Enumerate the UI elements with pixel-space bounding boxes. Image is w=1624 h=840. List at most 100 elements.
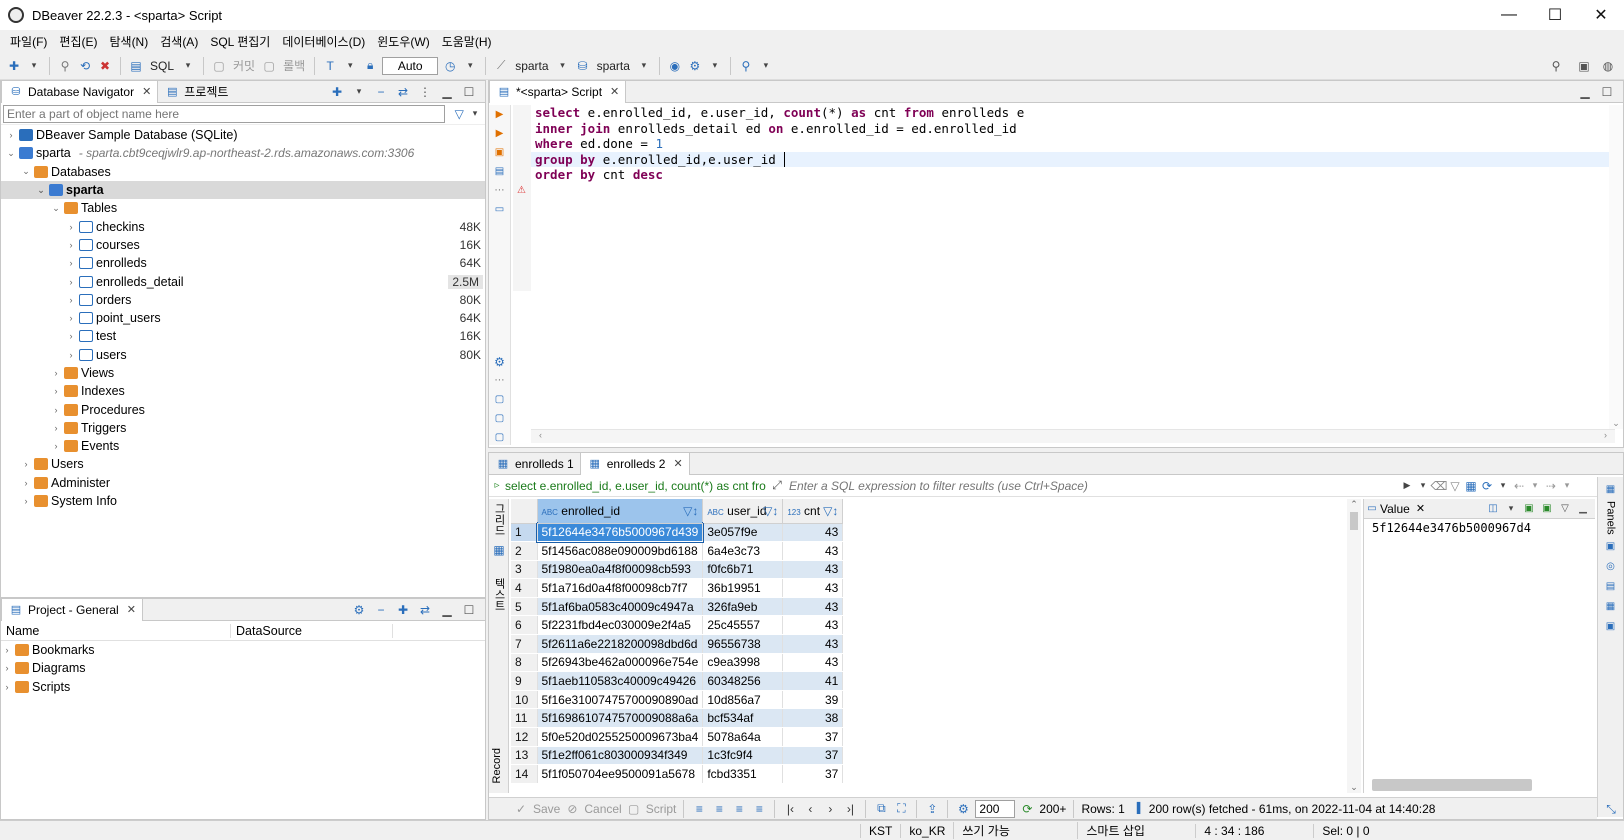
- tree-item-sparta[interactable]: ⌄ sparta: [1, 180, 485, 200]
- cancel-icon[interactable]: ⊘: [564, 801, 580, 817]
- table-cell[interactable]: 43: [782, 653, 844, 673]
- navigator-filter-input[interactable]: [3, 104, 446, 123]
- sql-tool-icon[interactable]: ⚙: [687, 58, 703, 74]
- script-icon[interactable]: ▢: [626, 801, 642, 817]
- close-icon[interactable]: ✕: [127, 603, 136, 616]
- refresh-icon[interactable]: ⟳: [1019, 801, 1035, 817]
- tree-item-users[interactable]: › users 80K: [1, 346, 485, 364]
- tree-item-indexes[interactable]: › Indexes: [1, 382, 485, 400]
- search-icon[interactable]: ⚲: [1548, 58, 1564, 74]
- clear-filter-icon[interactable]: ⌫: [1431, 478, 1448, 494]
- config-icon[interactable]: ⚙: [351, 602, 367, 618]
- tree-item-system-info[interactable]: › System Info: [1, 492, 485, 510]
- table-cell[interactable]: f0fc6b71: [702, 560, 784, 580]
- sql-editor-icon[interactable]: ▤: [128, 58, 144, 74]
- maximize-view-icon[interactable]: ☐: [461, 84, 477, 100]
- chart-icon[interactable]: ▤: [1603, 579, 1619, 595]
- side-tab-text[interactable]: 텍스트: [489, 560, 509, 615]
- dropdown-icon[interactable]: ▾: [1495, 478, 1511, 494]
- table-cell[interactable]: 5f1e2ff061c803000934f349: [537, 746, 704, 766]
- last-page-icon[interactable]: ›|: [842, 801, 858, 817]
- expand-icon[interactable]: ›: [65, 295, 77, 305]
- table-cell[interactable]: 36b19951: [702, 578, 784, 598]
- table-row[interactable]: 4 5f1a716d0a4f8f00098cb7f7 36b19951 43: [511, 578, 844, 598]
- table-cell[interactable]: 5f26943be462a000096e754e: [537, 653, 704, 673]
- copy-row-icon[interactable]: ≡: [731, 801, 747, 817]
- refresh-icon[interactable]: ⟳: [1479, 478, 1495, 494]
- project-item-diagrams[interactable]: › Diagrams: [1, 659, 485, 677]
- expand-icon[interactable]: ›: [50, 441, 62, 451]
- minimize-view-icon[interactable]: ▁: [1575, 501, 1591, 517]
- table-cell[interactable]: 326fa9eb: [702, 597, 784, 617]
- references-icon[interactable]: ▣: [1603, 619, 1619, 635]
- fetch-size-input[interactable]: [975, 799, 1016, 818]
- commit-button[interactable]: 커밋: [231, 57, 257, 74]
- prev-page-icon[interactable]: ‹: [802, 801, 818, 817]
- apply-filter-icon[interactable]: ▶: [1399, 478, 1415, 494]
- cancel-button[interactable]: Cancel: [584, 802, 621, 816]
- close-icon[interactable]: ✕: [673, 457, 682, 470]
- dropdown-icon[interactable]: ▾: [26, 58, 42, 74]
- panel-menu-icon[interactable]: ▽: [1557, 501, 1573, 517]
- tab-project-general[interactable]: ▤ Project - General ✕: [1, 598, 143, 621]
- tab-enrolleds-2[interactable]: ▦ enrolleds 2 ✕: [579, 452, 690, 475]
- tree-item-databases[interactable]: ⌄ Databases: [1, 163, 485, 181]
- sql-editor-text[interactable]: select e.enrolled_id, e.user_id, count(*…: [531, 105, 1609, 425]
- auto-commit-field[interactable]: Auto: [382, 56, 439, 75]
- collapse-all-icon[interactable]: −: [373, 84, 389, 100]
- column-header-cnt[interactable]: 123 cnt ▽↕: [782, 499, 844, 524]
- dropdown-icon[interactable]: ▾: [462, 58, 478, 74]
- dropdown-icon[interactable]: ▾: [707, 58, 723, 74]
- save-value-icon[interactable]: ▣: [1521, 501, 1537, 517]
- expand-icon[interactable]: ›: [65, 222, 77, 232]
- tree-item-courses[interactable]: › courses 16K: [1, 236, 485, 254]
- table-row[interactable]: 9 5f1aeb110583c40009c49426 60348256 41: [511, 671, 844, 691]
- menu-sql-editor[interactable]: SQL 편집기: [204, 33, 276, 50]
- collapse-icon[interactable]: ⌄: [35, 185, 47, 196]
- collapse-icon[interactable]: ⌄: [5, 148, 17, 159]
- menu-edit[interactable]: 편집(E): [53, 33, 103, 50]
- format-icon[interactable]: ▢: [492, 430, 508, 445]
- menu-file[interactable]: 파일(F): [4, 33, 53, 50]
- editor-horizontal-scrollbar[interactable]: ‹ ›: [531, 429, 1615, 443]
- tree-item-sparta[interactable]: ⌄ sparta - sparta.cbt9ceqjwlr9.ap-northeas…: [1, 144, 485, 162]
- content-viewer-icon[interactable]: ◫: [1485, 501, 1501, 517]
- save-button[interactable]: Save: [533, 802, 560, 816]
- table-row[interactable]: 10 5f16e31007475700090890ad 10d856a7 39: [511, 690, 844, 710]
- expand-icon[interactable]: ›: [20, 459, 32, 469]
- table-cell[interactable]: bcf534af: [702, 708, 784, 729]
- menu-help[interactable]: 도움말(H): [436, 33, 498, 50]
- export-icon[interactable]: ▢: [492, 392, 508, 407]
- column-header-user-id[interactable]: ABC user_id ▽↕: [702, 499, 784, 524]
- table-row[interactable]: 8 5f26943be462a000096e754e c9ea3998 43: [511, 653, 844, 673]
- close-icon[interactable]: ✕: [142, 85, 151, 98]
- menu-window[interactable]: 윈도우(W): [371, 33, 435, 50]
- grid-icon[interactable]: ▦: [491, 542, 507, 558]
- minimize-view-icon[interactable]: ▁: [439, 602, 455, 618]
- maximize-button[interactable]: ☐: [1532, 0, 1578, 30]
- fetch-settings-icon[interactable]: ⚙: [955, 801, 971, 817]
- export-icon[interactable]: ⇪: [924, 801, 940, 817]
- menu-database[interactable]: 데이터베이스(D): [276, 33, 371, 50]
- terminal-icon[interactable]: ▭: [492, 202, 508, 217]
- dropdown-icon[interactable]: ▾: [351, 84, 367, 100]
- expand-icon[interactable]: ›: [20, 496, 32, 506]
- table-cell[interactable]: 5f1980ea0a4f8f00098cb593: [537, 560, 704, 580]
- add-icon[interactable]: ✚: [395, 602, 411, 618]
- dropdown-icon[interactable]: ▾: [1503, 501, 1519, 517]
- tree-item-administer[interactable]: › Administer: [1, 474, 485, 492]
- tree-item-tables[interactable]: ⌄ Tables: [1, 199, 485, 217]
- history-icon[interactable]: ◷: [442, 58, 458, 74]
- table-row[interactable]: 2 5f1456ac088e090009bd6188 6a4e3c73 43: [511, 541, 844, 561]
- code-line[interactable]: inner join enrolleds_detail ed on e.enro…: [531, 121, 1609, 137]
- tab-sparta-script[interactable]: ▤ *<sparta> Script ✕: [489, 80, 627, 103]
- next-page-icon[interactable]: ›: [822, 801, 838, 817]
- filter-settings-icon[interactable]: ▽: [1447, 478, 1463, 494]
- dropdown-icon[interactable]: ▾: [467, 106, 483, 122]
- minimize-view-icon[interactable]: ▁: [439, 84, 455, 100]
- forward-icon[interactable]: ⇢: [1543, 478, 1559, 494]
- dropdown-icon[interactable]: ▾: [1559, 478, 1575, 494]
- table-cell[interactable]: 5f1f050704ee9500091a5678: [537, 764, 704, 784]
- table-cell[interactable]: 5f1456ac088e090009bd6188: [537, 541, 704, 561]
- project-item-scripts[interactable]: › Scripts: [1, 678, 485, 696]
